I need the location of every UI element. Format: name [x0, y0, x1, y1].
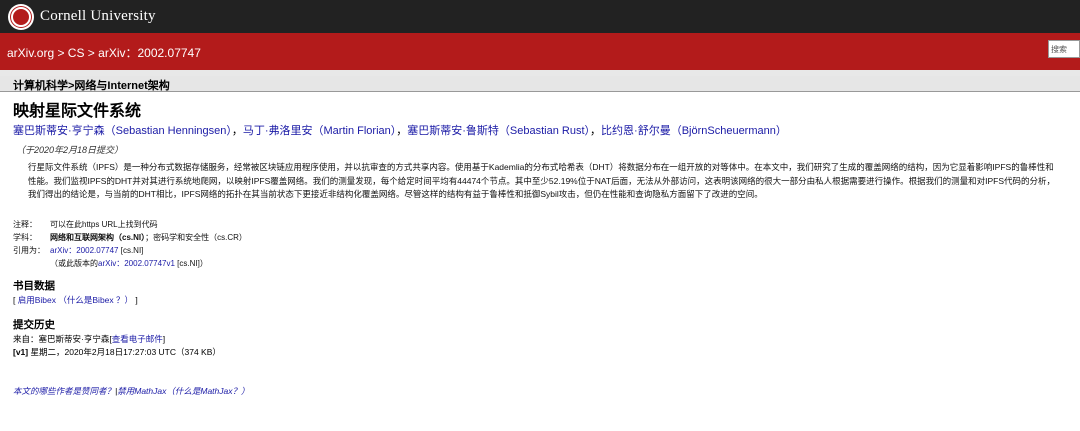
history-from-close: ] — [162, 334, 166, 344]
university-name[interactable]: Cornell University — [40, 8, 156, 25]
author-link[interactable]: 塞巴斯蒂安·鲁斯特（Sebastian Rust） — [407, 125, 590, 137]
secondary-subject: ；密码学和安全性（cs.CR） — [145, 233, 247, 242]
cite-row: 引用为： arXiv：2002.07747 [cs.NI] — [13, 245, 143, 256]
bib-heading: 书目数据 — [13, 280, 55, 292]
subjects-label: 学科： — [13, 233, 37, 242]
search-input[interactable]: 搜索 — [1048, 40, 1080, 58]
author-link[interactable]: 塞巴斯蒂安·亨宁森（Sebastian Henningsen） — [13, 125, 232, 137]
subject-path: 计算机科学>网络与Internet架构 — [13, 80, 170, 92]
bibex-open: [ — [13, 295, 16, 305]
subject-bar: 计算机科学>网络与Internet架构 — [0, 76, 1080, 92]
cornell-header: Cornell University — [0, 0, 1080, 33]
history-from-row: 来自：塞巴斯蒂安·亨宁森[查看电子邮件] — [13, 333, 165, 345]
cornell-seal-icon[interactable] — [8, 3, 34, 30]
comments-text: 可以在此https URL上找到代码 — [50, 220, 158, 229]
cite-version-link[interactable]: arXiv：2002.07747v1 — [98, 259, 175, 268]
abstract-text: 行星际文件系统（IPFS）是一种分布式数据存储服务，经常被区块链应用程序使用，并… — [28, 162, 1055, 199]
history-heading: 提交历史 — [13, 319, 55, 331]
what-is-bibex-link[interactable]: （什么是Bibex ？） — [58, 295, 133, 305]
page-title: 映射星际文件系统 — [13, 103, 142, 120]
cite-link[interactable]: arXiv：2002.07747 — [50, 246, 119, 255]
cite-version-suffix: [cs.NI]） — [174, 259, 208, 268]
subjects-row: 学科： 网络和互联网架构（cs.NI）；密码学和安全性（cs.CR） — [13, 232, 247, 243]
footer-links: 本文的哪些作者是赞同者？|禁用MathJax（什么是MathJax？） — [13, 385, 249, 397]
cite-category: [cs.NI] — [118, 246, 144, 255]
breadcrumb[interactable]: arXiv.org > CS > arXiv：2002.07747 — [7, 44, 201, 61]
author-separator: ， — [231, 125, 243, 137]
endorsers-link[interactable]: 本文的哪些作者是赞同者？ — [13, 386, 115, 396]
submission-date: （于2020年2月18日提交） — [16, 145, 124, 155]
cite-version-row: （或此版本的arXiv：2002.07747v1 [cs.NI]） — [50, 258, 208, 269]
cite-label: 引用为： — [13, 246, 45, 255]
comments-label: 注释： — [13, 220, 37, 229]
author-list: 塞巴斯蒂安·亨宁森（Sebastian Henningsen），马丁·弗洛里安（… — [13, 122, 787, 138]
view-email-link[interactable]: 查看电子邮件 — [112, 334, 163, 344]
author-link[interactable]: 比约恩·舒尔曼（BjörnScheuermann） — [601, 125, 787, 137]
version-tag[interactable]: [v1] — [13, 347, 28, 357]
history-from: 来自：塞巴斯蒂安·亨宁森[ — [13, 334, 112, 344]
disable-mathjax-link[interactable]: 禁用MathJax（什么是MathJax？） — [117, 386, 249, 396]
primary-subject: 网络和互联网架构（cs.NI） — [50, 233, 146, 242]
arxiv-header: arXiv.org > CS > arXiv：2002.07747 搜索 — [0, 33, 1080, 70]
cite-version-prefix: （或此版本的 — [50, 259, 98, 268]
enable-bibex-link[interactable]: 启用Bibex — [18, 295, 56, 305]
bibex-row: [ 启用Bibex （什么是Bibex ？） ] — [13, 294, 138, 306]
version-date: 星期二，2020年2月18日17:27:03 UTC（374 KB） — [28, 347, 221, 357]
author-separator: ， — [396, 125, 408, 137]
author-link[interactable]: 马丁·弗洛里安（Martin Florian） — [243, 125, 396, 137]
comments-row: 注释： 可以在此https URL上找到代码 — [13, 219, 158, 230]
history-version-row: [v1] 星期二，2020年2月18日17:27:03 UTC（374 KB） — [13, 346, 221, 358]
author-separator: ， — [590, 125, 602, 137]
bibex-close: ] — [135, 295, 138, 305]
